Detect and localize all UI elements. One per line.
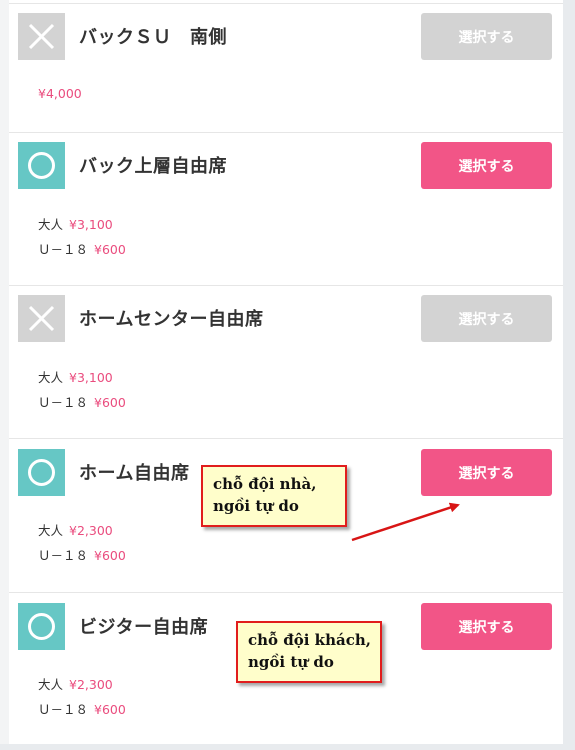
annotation-arrow: [351, 502, 460, 542]
